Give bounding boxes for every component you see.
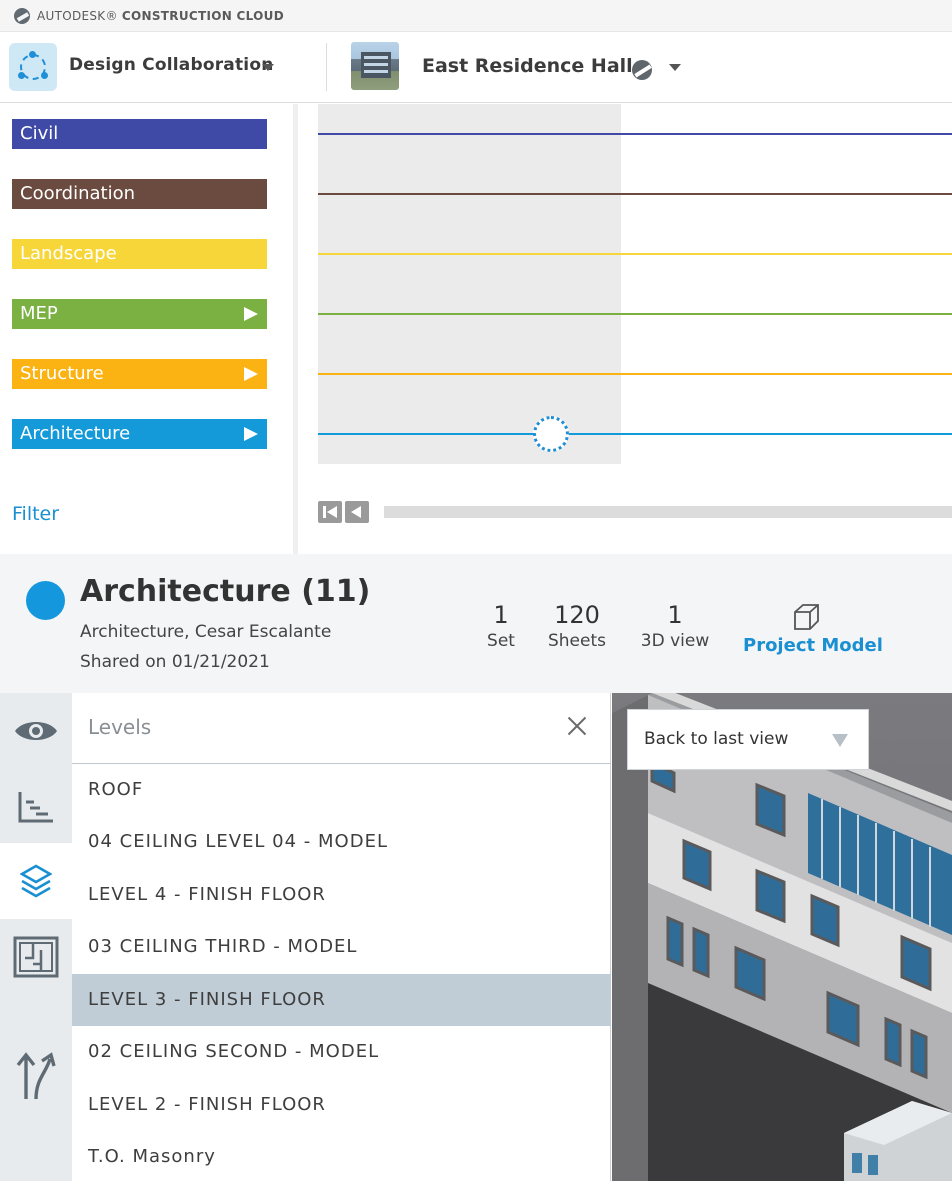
discipline-label: MEP [20,303,58,324]
discipline-mep[interactable]: MEP [12,299,267,329]
level-item[interactable]: T.O. Masonry [72,1131,611,1183]
package-marker[interactable] [533,416,569,452]
step-back-button[interactable] [345,501,369,523]
discipline-label: Civil [20,123,59,144]
level-item[interactable]: 02 CEILING SECOND - MODEL [72,1026,611,1078]
timeline[interactable] [303,104,952,554]
back-to-last-view-dropdown[interactable]: Back to last view [627,709,869,770]
stat-label: 3D view [640,631,710,651]
project-chevron-down-icon[interactable] [669,64,681,71]
levels-title: Levels [88,715,152,739]
package-subtitle: Architecture, Cesar Escalante [80,622,332,642]
compare-tool[interactable] [0,1037,72,1113]
filter-link[interactable]: Filter [12,503,59,525]
timeline-track-structure [318,373,952,375]
header-divider [326,43,327,91]
brand-name: AUTODESK® CONSTRUCTION CLOUD [37,8,284,23]
module-chevron-down-icon[interactable] [262,64,274,71]
expand-arrow-icon[interactable] [244,367,258,381]
dropdown-triangle-icon[interactable] [832,734,848,747]
discipline-color-dot [26,581,65,620]
stat-label: Set [487,631,515,651]
timeline-track-civil [318,133,952,135]
stat-sheets[interactable]: 120 Sheets [542,601,612,651]
discipline-architecture[interactable]: Architecture [12,419,267,449]
viewer-tool-rail [0,693,72,1181]
cube-icon[interactable] [791,602,821,632]
sheets-tool[interactable] [0,919,72,995]
back-to-last-view-label: Back to last view [644,729,789,749]
sheet-icon [13,936,59,978]
discipline-civil[interactable]: Civil [12,119,267,149]
timeline-track-architecture [318,433,952,435]
timeline-scrollbar[interactable] [384,506,952,518]
split-arrows-icon [16,1052,56,1100]
levels-panel: Levels ROOF 04 CEILING LEVEL 04 - MODEL … [72,693,611,1181]
project-model-link[interactable]: Project Model [743,635,883,656]
autodesk-logo-icon [14,7,30,24]
eye-icon [15,722,57,740]
expand-arrow-icon[interactable] [244,427,258,441]
stat-3d-views[interactable]: 1 3D view [634,601,716,651]
globe-icon [632,60,652,80]
stat-sets[interactable]: 1 Set [481,601,521,651]
discipline-list: Civil Coordination Landscape MEP Structu… [0,104,298,554]
expand-arrow-icon[interactable] [244,307,258,321]
discipline-label: Structure [20,363,104,384]
discipline-structure[interactable]: Structure [12,359,267,389]
levels-tool[interactable] [0,843,72,919]
project-thumbnail[interactable] [351,42,399,90]
stat-value: 1 [493,601,509,629]
level-item-selected[interactable]: LEVEL 3 - FINISH FLOOR [72,974,611,1026]
layers-icon [20,864,52,898]
discipline-coordination[interactable]: Coordination [12,179,267,209]
skip-to-start-button[interactable] [318,501,342,523]
stat-label: Sheets [547,631,606,651]
model-viewer[interactable]: Back to last view [612,693,952,1181]
app-header: Design Collaboration East Residence Hall [0,32,952,103]
stat-value: 120 [554,601,600,629]
module-selector[interactable]: Design Collaboration [69,55,274,75]
timeline-track-mep [318,313,952,315]
project-selector[interactable]: East Residence Hall [422,55,633,77]
close-icon[interactable] [567,716,587,736]
discipline-label: Architecture [20,423,131,444]
design-collaboration-icon[interactable] [9,43,57,91]
timeline-track-coordination [318,193,952,195]
level-item[interactable]: LEVEL 4 - FINISH FLOOR [72,869,611,921]
level-item[interactable]: 04 CEILING LEVEL 04 - MODEL [72,816,611,868]
discipline-label: Landscape [20,243,117,264]
level-item[interactable]: ROOF [72,764,611,816]
level-item[interactable]: 03 CEILING THIRD - MODEL [72,921,611,973]
timeline-track-landscape [318,253,952,255]
discipline-landscape[interactable]: Landscape [12,239,267,269]
visibility-tool[interactable] [0,693,72,769]
section-tool[interactable] [0,769,72,845]
discipline-label: Coordination [20,183,136,204]
timeline-range-shade [318,104,621,464]
stat-value: 1 [667,601,683,629]
section-icon [18,792,53,823]
package-info: Architecture (11) Architecture, Cesar Es… [0,554,952,693]
levels-header: Levels [72,693,611,764]
package-shared-date: Shared on 01/21/2021 [80,652,270,672]
level-item[interactable]: LEVEL 2 - FINISH FLOOR [72,1079,611,1131]
brand-bar: AUTODESK® CONSTRUCTION CLOUD [0,0,952,32]
package-title: Architecture (11) [80,574,371,609]
